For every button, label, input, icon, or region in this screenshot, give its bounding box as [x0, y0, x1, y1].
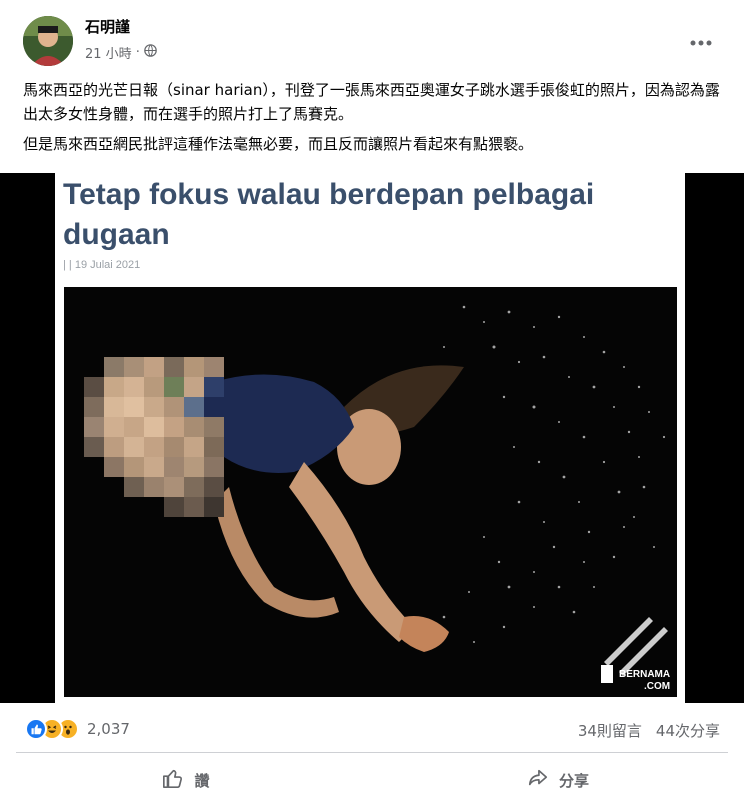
more-horizontal-icon — [690, 31, 712, 50]
author-name[interactable]: 石明謹 — [85, 16, 130, 37]
post-text: 馬來西亞的光芒日報（sinar harian），刊登了一張馬來西亞奧運女子跳水選… — [23, 78, 723, 162]
share-button[interactable]: 分享 — [372, 760, 744, 800]
post-timestamp[interactable]: 21 小時 — [85, 43, 132, 62]
share-arrow-icon — [527, 767, 549, 793]
share-count-link[interactable]: 44次分享 — [656, 720, 720, 741]
meta-separator: · — [135, 45, 140, 60]
more-options-button[interactable] — [686, 28, 716, 52]
article-headline: Tetap fokus walau berdepan pelbagai duga… — [63, 178, 595, 251]
thumbs-up-icon — [162, 767, 184, 793]
diver-photo: BERNAMA .COM — [64, 287, 677, 697]
post-stats: 2,037 34則留言 44次分享 — [0, 708, 744, 750]
reaction-count: 2,037 — [87, 720, 130, 738]
post-paragraph: 但是馬來西亞網民批評這種作法毫無必要，而且反而讓照片看起來有點猥褻。 — [23, 135, 534, 153]
watermark-text: BERNAMA — [619, 669, 670, 680]
post-meta: 21 小時 · — [85, 43, 157, 62]
author-avatar[interactable] — [23, 16, 73, 66]
article-date: | | 19 Julai 2021 — [63, 259, 141, 271]
action-bar: 讚 分享 — [0, 760, 744, 800]
like-icon — [25, 718, 47, 740]
like-button[interactable]: 讚 — [0, 760, 372, 800]
article-screenshot: Tetap fokus walau berdepan pelbagai duga… — [55, 173, 685, 703]
comment-count-link[interactable]: 34則留言 — [578, 720, 642, 741]
globe-icon — [144, 44, 157, 61]
share-label: 分享 — [558, 771, 589, 790]
post-image[interactable]: Tetap fokus walau berdepan pelbagai duga… — [0, 173, 744, 703]
reaction-summary[interactable]: 2,037 — [25, 718, 130, 740]
post-header: 石明謹 21 小時 · — [0, 0, 744, 70]
like-label: 讚 — [194, 771, 210, 790]
post-paragraph: 馬來西亞的光芒日報（sinar harian），刊登了一張馬來西亞奧運女子跳水選… — [23, 81, 720, 123]
divider — [16, 752, 728, 753]
watermark-text-suffix: .COM — [644, 681, 670, 692]
engagement-counts: 34則留言 44次分享 — [578, 720, 720, 741]
